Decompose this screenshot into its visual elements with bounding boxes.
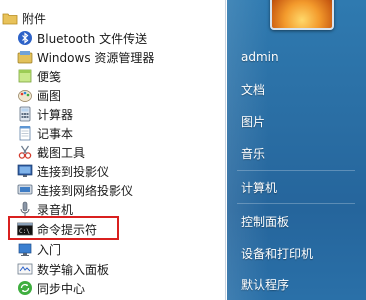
program-label: 入门	[37, 242, 62, 257]
program-label: 连接到网络投影仪	[37, 183, 134, 198]
program-label: 画图	[37, 88, 62, 103]
program-item-bluetooth[interactable]: Bluetooth 文件传送	[0, 28, 224, 48]
right-item-documents[interactable]: 文档	[241, 81, 265, 98]
program-item-paint[interactable]: 画图	[0, 85, 224, 105]
folder-accessories[interactable]: 附件	[0, 8, 224, 28]
program-label: Bluetooth 文件传送	[37, 31, 148, 46]
network-projector-icon	[17, 182, 33, 198]
program-item-math-input[interactable]: 数学输入面板	[0, 259, 224, 279]
program-label: 记事本	[37, 126, 74, 141]
explorer-icon	[17, 49, 33, 65]
right-item-music[interactable]: 音乐	[241, 145, 265, 162]
program-label: 便笺	[37, 69, 62, 84]
snipping-tool-icon	[17, 144, 33, 160]
program-label: 计算器	[37, 107, 74, 122]
program-item-calculator[interactable]: 计算器	[0, 104, 224, 124]
right-item-pictures[interactable]: 图片	[241, 113, 265, 130]
notepad-icon	[17, 125, 33, 141]
user-avatar[interactable]	[270, 0, 334, 30]
program-item-explorer[interactable]: Windows 资源管理器	[0, 47, 224, 67]
right-item-default-programs[interactable]: 默认程序	[241, 276, 289, 293]
program-item-getting-started[interactable]: 入门	[0, 239, 224, 259]
highlight-box	[8, 216, 119, 240]
sync-center-icon	[17, 280, 33, 296]
calculator-icon	[17, 106, 33, 122]
program-label: 同步中心	[37, 281, 86, 296]
getting-started-icon	[17, 241, 33, 257]
program-item-projector[interactable]: 连接到投影仪	[0, 161, 224, 181]
projector-icon	[17, 163, 33, 179]
programs-list: 附件 Bluetooth 文件传送 Windows 资源管理器 便笺 画图 计算…	[0, 0, 226, 300]
sound-recorder-icon	[17, 201, 33, 217]
program-item-sync-center[interactable]: 同步中心	[0, 278, 224, 298]
program-item-snipping-tool[interactable]: 截图工具	[0, 142, 224, 162]
right-item-computer[interactable]: 计算机	[241, 179, 277, 196]
folder-icon	[2, 10, 18, 26]
program-label: 录音机	[37, 202, 74, 217]
right-pane: admin 文档 图片 音乐 计算机 控制面板 设备和打印机 默认程序	[227, 0, 366, 300]
paint-icon	[17, 87, 33, 103]
right-item-control-panel[interactable]: 控制面板	[241, 213, 289, 230]
sticky-notes-icon	[17, 68, 33, 84]
program-label: Windows 资源管理器	[37, 50, 155, 65]
right-item-user[interactable]: admin	[241, 50, 279, 64]
program-label: 连接到投影仪	[37, 164, 110, 179]
right-item-devices-printers[interactable]: 设备和打印机	[241, 245, 313, 262]
program-label: 截图工具	[37, 145, 86, 160]
program-item-network-projector[interactable]: 连接到网络投影仪	[0, 180, 224, 200]
program-item-sticky-notes[interactable]: 便笺	[0, 66, 224, 86]
separator	[237, 203, 355, 204]
folder-label: 附件	[22, 11, 47, 26]
program-item-notepad[interactable]: 记事本	[0, 123, 224, 143]
program-label: 数学输入面板	[37, 262, 110, 277]
math-input-icon	[17, 261, 33, 277]
separator	[237, 170, 355, 171]
bluetooth-icon	[17, 30, 33, 46]
